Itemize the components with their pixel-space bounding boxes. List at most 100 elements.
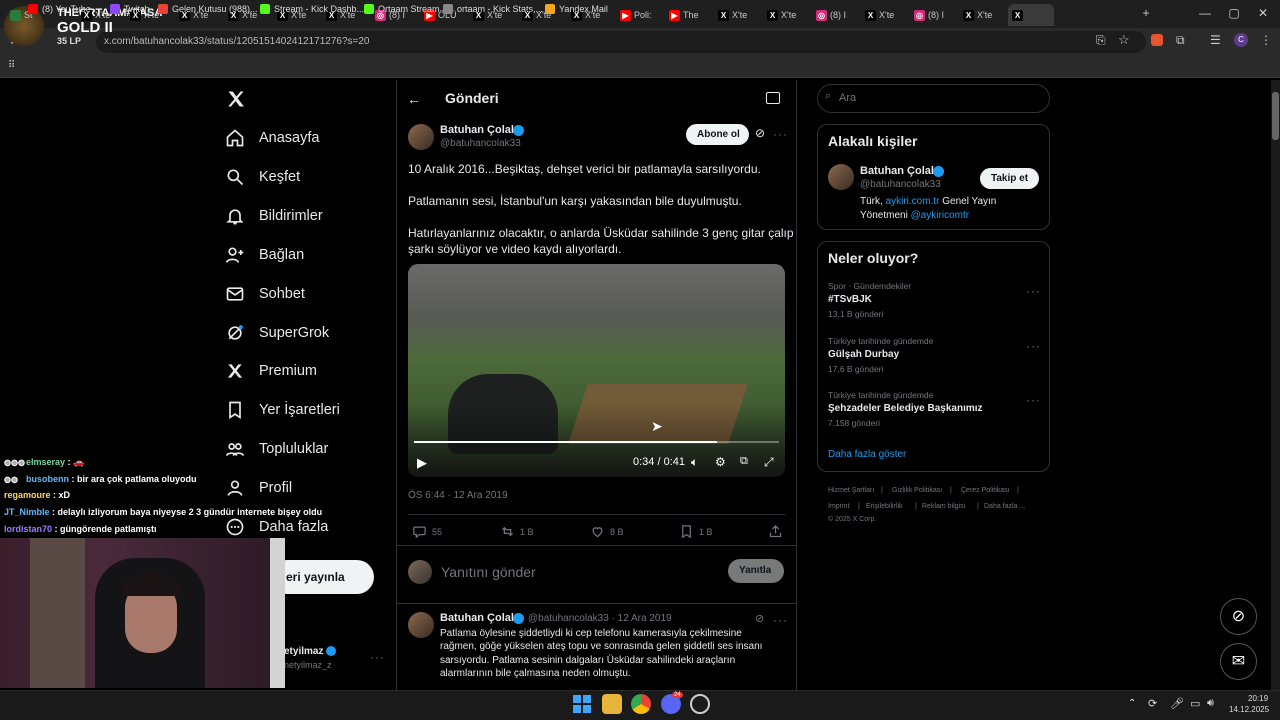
trend-more-icon[interactable]: ···: [1026, 339, 1041, 353]
sidebar-item-explore[interactable]: Keşfet: [225, 167, 300, 187]
sidebar-item-communities[interactable]: Topluluklar: [225, 439, 328, 459]
browser-tab[interactable]: ◎ (8) I: [910, 4, 956, 26]
footer-link[interactable]: Daha fazla ...: [984, 503, 1025, 510]
tray-chevron-icon[interactable]: ⌃: [1128, 698, 1136, 709]
minimize-icon[interactable]: —: [1195, 6, 1215, 20]
footer-link[interactable]: Erişilebilirlik: [866, 503, 903, 510]
browser-tab[interactable]: X X'te: [861, 4, 907, 26]
install-app-icon[interactable]: ⎘: [1096, 33, 1106, 48]
extensions-puzzle-icon[interactable]: ⧉: [1176, 33, 1185, 48]
maximize-icon[interactable]: ▢: [1224, 6, 1244, 20]
clock-time[interactable]: 20:19: [1248, 694, 1268, 703]
trend-more-icon[interactable]: ···: [1026, 284, 1041, 298]
close-window-icon[interactable]: ✕: [1253, 6, 1273, 20]
author-name[interactable]: Batuhan Çolak: [440, 124, 517, 136]
reply-input[interactable]: Yanıtını gönder: [441, 564, 536, 580]
reply-author-avatar[interactable]: [408, 612, 434, 638]
footer-link[interactable]: Reklam bilgisi: [922, 503, 965, 510]
account-handle: netyilmaz_z: [284, 660, 332, 670]
bookmark-item[interactable]: ortaam - Kick Stats,...: [443, 4, 543, 14]
volume-icon[interactable]: 🔈︎: [691, 455, 698, 470]
sidebar-item-profile[interactable]: Profil: [225, 478, 292, 498]
sidebar-item-premium[interactable]: Premium: [225, 361, 317, 381]
windows-start-icon[interactable]: [572, 694, 592, 714]
trend-item[interactable]: Spor · Gündemdekiler #TSvBJK 13,1 B gönder…: [828, 281, 911, 319]
extension-icon[interactable]: [1151, 34, 1163, 46]
sidebar-item-more[interactable]: Daha fazla: [225, 517, 328, 537]
bookmark-item[interactable]: Gelen Kutusu (988)...: [158, 4, 258, 14]
browser-tab[interactable]: X X'te: [763, 4, 809, 26]
menu-kebab-icon[interactable]: ⋮: [1260, 33, 1272, 47]
browser-tab[interactable]: X: [1008, 4, 1054, 26]
browser-tab[interactable]: ◎ (8) I: [812, 4, 858, 26]
bookmark-action[interactable]: 1 B: [679, 524, 713, 539]
trend-item[interactable]: Türkiye tarihinde gündemde Gülşah Durbay 1…: [828, 336, 933, 374]
bookmark-item[interactable]: Stream - Kick Dashb...: [260, 4, 364, 14]
speaker-icon[interactable]: 🔊︎: [1207, 697, 1214, 710]
bookmark-item[interactable]: (8) YouTube: [28, 4, 91, 14]
bookmark-item[interactable]: Yandex Mail: [545, 4, 608, 14]
related-name[interactable]: Batuhan Çolak: [860, 165, 937, 177]
browser-tab[interactable]: X X'te: [714, 4, 760, 26]
reply-author-name[interactable]: Batuhan Çolak: [440, 612, 517, 624]
x-logo-icon[interactable]: [226, 89, 246, 109]
apps-grid-icon[interactable]: ⠿: [8, 60, 15, 71]
sidebar-item-connect[interactable]: Bağlan: [225, 245, 304, 265]
picture-in-picture-icon[interactable]: ⧉: [740, 455, 748, 468]
sidebar-item-home[interactable]: Anasayfa: [225, 128, 319, 148]
star-icon[interactable]: ☆: [1118, 32, 1130, 48]
bio-link[interactable]: aykiri.com.tr: [886, 196, 940, 207]
back-arrow-icon[interactable]: ←: [407, 91, 421, 107]
related-avatar[interactable]: [828, 164, 854, 190]
show-more-link[interactable]: Daha fazla göster: [828, 449, 906, 460]
microphone-icon[interactable]: 🎤︎: [1170, 697, 1184, 710]
bio-mention[interactable]: @aykiricomtr: [911, 210, 970, 221]
footer-link[interactable]: Hizmet Şartları: [828, 487, 874, 494]
trend-item[interactable]: Türkiye tarihinde gündemde Şehzadeler Bel…: [828, 390, 983, 428]
reply-more-icon[interactable]: ···: [773, 613, 788, 627]
file-explorer-icon[interactable]: [602, 694, 622, 714]
profile-avatar[interactable]: C: [1234, 33, 1248, 47]
reading-list-icon[interactable]: ☰: [1210, 33, 1221, 47]
new-tab-button[interactable]: +: [1136, 6, 1156, 20]
retweet-action[interactable]: 1 B: [500, 524, 534, 539]
network-icon[interactable]: ▭: [1190, 697, 1200, 710]
chrome-icon[interactable]: [631, 694, 651, 714]
account-more-icon[interactable]: ···: [370, 650, 385, 664]
settings-gear-icon[interactable]: ⚙: [715, 455, 726, 469]
share-action[interactable]: [768, 524, 783, 539]
footer-link[interactable]: Çerez Politikası: [961, 487, 1010, 494]
reader-view-icon[interactable]: [766, 92, 780, 104]
sidebar-item-supergrok[interactable]: SuperGrok: [225, 323, 329, 343]
reply-action[interactable]: 55: [412, 524, 442, 539]
messages-float-icon[interactable]: ✉: [1220, 643, 1257, 680]
like-action[interactable]: 8 B: [590, 524, 624, 539]
sync-icon[interactable]: ⟳: [1148, 697, 1157, 710]
clock-date[interactable]: 14.12.2025: [1229, 705, 1269, 714]
author-avatar[interactable]: [408, 124, 434, 150]
account-name[interactable]: etyilmaz: [284, 646, 323, 657]
play-icon[interactable]: ▶: [417, 455, 427, 471]
footer-link[interactable]: Gizlilik Politikası: [892, 487, 942, 494]
browser-tab[interactable]: ▶ The: [665, 4, 711, 26]
browser-tab[interactable]: ▶ Poli:: [616, 4, 662, 26]
sidebar-item-messages[interactable]: Sohbet: [225, 284, 305, 304]
trend-more-icon[interactable]: ···: [1026, 393, 1041, 407]
sidebar-item-notifications[interactable]: Bildirimler: [225, 206, 323, 226]
verified-badge-icon: [513, 613, 524, 624]
browser-tab[interactable]: X X'te: [959, 4, 1005, 26]
scrollbar-thumb[interactable]: [1272, 92, 1279, 140]
footer-link[interactable]: Imprint: [828, 503, 849, 510]
youtube-icon: ▶: [669, 9, 680, 21]
grok-icon[interactable]: ⊘: [755, 126, 765, 140]
tweet-video[interactable]: [408, 264, 785, 477]
scrollbar[interactable]: [1271, 80, 1280, 690]
sidebar-item-bookmarks[interactable]: Yer İşaretleri: [225, 400, 340, 420]
grok-float-icon[interactable]: ⊘: [1220, 598, 1257, 635]
grok-icon[interactable]: ⊘: [755, 612, 764, 625]
bookmark-item[interactable]: Ortaam Stream: [364, 4, 440, 14]
bookmark-item[interactable]: Twitch: [110, 4, 150, 14]
obs-icon[interactable]: [690, 694, 710, 714]
fullscreen-icon[interactable]: ⤢: [764, 455, 774, 470]
tweet-more-icon[interactable]: ···: [773, 127, 788, 141]
